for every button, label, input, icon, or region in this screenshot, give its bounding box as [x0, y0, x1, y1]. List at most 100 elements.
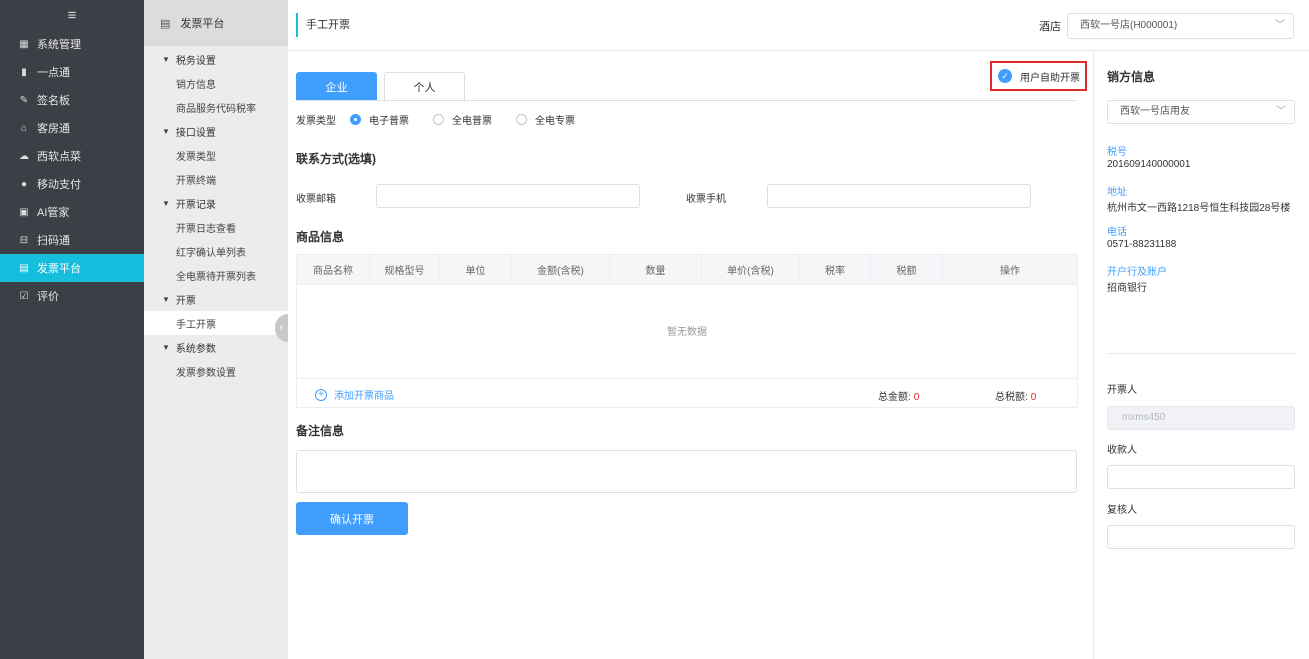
- email-label: 收票邮箱: [296, 194, 336, 205]
- column-header: 单位: [440, 255, 512, 284]
- sub-item-terminal[interactable]: 开票终端: [144, 167, 288, 191]
- home-icon: ⌂: [20, 122, 28, 134]
- radio-unchecked-icon: [433, 113, 444, 125]
- total-amount: 总金额: 0: [878, 388, 919, 403]
- drawer-input: mxms450: [1107, 406, 1295, 430]
- remark-textarea[interactable]: [296, 450, 1077, 493]
- caret-down-icon: ▼: [162, 294, 170, 304]
- table-header: 商品名称 规格型号 单位 金额(含税) 数量 单价(含税) 税率 税额 操作: [297, 255, 1077, 285]
- sub-group-tax[interactable]: ▼ 税务设置: [144, 47, 288, 71]
- nav-item-ai-butler[interactable]: ▣ AI管家: [0, 198, 144, 226]
- check-circle-icon: ✓: [998, 69, 1012, 83]
- caret-down-icon: ▼: [162, 342, 170, 352]
- menu-toggle-icon[interactable]: ≡: [0, 0, 144, 30]
- remark-section-title: 备注信息: [296, 424, 345, 438]
- column-header: 税率: [800, 255, 871, 284]
- payee-label: 收款人: [1107, 445, 1137, 456]
- total-tax-label: 总税额:: [995, 392, 1028, 403]
- nav-item-scan[interactable]: ⊟ 扫码通: [0, 226, 144, 254]
- nav-item-system[interactable]: ▦ 系统管理: [0, 30, 144, 58]
- sub-group-records[interactable]: ▼ 开票记录: [144, 191, 288, 215]
- column-header: 商品名称: [297, 255, 370, 284]
- contact-section-title: 联系方式(选填): [296, 152, 376, 166]
- sub-item-manual-invoice[interactable]: 手工开票: [144, 311, 288, 335]
- sub-item-log[interactable]: 开票日志查看: [144, 215, 288, 239]
- tax-no-value: 201609140000001: [1107, 159, 1191, 170]
- empty-state-text: 暂无数据: [667, 327, 707, 338]
- radio-full-e-normal[interactable]: 全电普票: [433, 112, 492, 127]
- sub-group-params[interactable]: ▼ 系统参数: [144, 335, 288, 359]
- nav-item-label: 客房通: [37, 123, 70, 135]
- radio-unchecked-icon: [516, 113, 527, 125]
- seller-panel: 销方信息 西软一号店用友 ﹀ 税号 201609140000001 地址 杭州市…: [1093, 52, 1309, 659]
- invoice-icon: ▤: [160, 17, 171, 30]
- nav-item-label: AI管家: [37, 207, 70, 219]
- nav-item-label: 签名板: [37, 95, 70, 107]
- address-value: 杭州市文一西路1218号恒生科技园28号楼: [1107, 203, 1291, 214]
- nav-item-label: 扫码通: [37, 235, 70, 247]
- total-amount-label: 总金额:: [878, 392, 911, 403]
- phone-label: 收票手机: [686, 194, 726, 205]
- phone-value: 0571-88231188: [1107, 239, 1177, 250]
- hotel-select[interactable]: 西软一号店(H000001) ﹀: [1067, 13, 1294, 39]
- goods-section-title: 商品信息: [296, 230, 345, 244]
- column-header: 税额: [871, 255, 943, 284]
- radio-e-invoice[interactable]: 电子普票: [350, 112, 409, 127]
- tabs-divider: [296, 100, 1077, 101]
- sub-group-label: 开票: [175, 295, 196, 307]
- hotel-select-value: 西软一号店(H000001): [1080, 20, 1178, 31]
- sub-item-red-list[interactable]: 红字确认单列表: [144, 239, 288, 263]
- self-invoice-label: 用户自助开票: [1020, 72, 1080, 84]
- nav-item-room[interactable]: ⌂ 客房通: [0, 114, 144, 142]
- scan-icon: ⊟: [19, 234, 29, 246]
- chevron-down-icon: ﹀: [1276, 106, 1286, 117]
- sub-menu: ▤ 发票平台 ▼ 税务设置 销方信息 商品服务代码税率 ▼ 接口设置 发票类型 …: [144, 0, 288, 659]
- nav-item-signpad[interactable]: ✎ 签名板: [0, 86, 144, 114]
- sub-item-pending-list[interactable]: 全电票待开票列表: [144, 263, 288, 287]
- caret-down-icon: ▼: [162, 198, 170, 208]
- nav-item-label: 移动支付: [37, 179, 81, 191]
- goods-table: 商品名称 规格型号 单位 金额(含税) 数量 单价(含税) 税率 税额 操作 暂…: [296, 254, 1078, 408]
- caret-down-icon: ▼: [162, 54, 170, 64]
- bank-value: 招商银行: [1107, 283, 1147, 294]
- sub-menu-title: 发票平台: [180, 18, 225, 30]
- nav-item-ordering[interactable]: ☁ 西软点菜: [0, 142, 144, 170]
- confirm-invoice-button[interactable]: 确认开票: [296, 502, 408, 535]
- tab-personal[interactable]: 个人: [384, 72, 465, 101]
- self-invoice-toggle[interactable]: ✓ 用户自助开票: [990, 61, 1087, 91]
- seller-select[interactable]: 西软一号店用友 ﹀: [1107, 100, 1295, 124]
- radio-full-e-special[interactable]: 全电专票: [516, 112, 575, 127]
- add-goods-button[interactable]: + 添加开票商品: [315, 387, 394, 402]
- total-amount-value: 0: [913, 392, 920, 403]
- phone-input[interactable]: [767, 184, 1031, 208]
- nav-item-yidiantong[interactable]: ▮ 一点通: [0, 58, 144, 86]
- reviewer-input[interactable]: [1107, 525, 1295, 549]
- grid-icon: ▦: [19, 38, 29, 50]
- hotel-label: 酒店: [1039, 21, 1061, 33]
- nav-item-label: 评价: [37, 291, 59, 303]
- main-nav: ≡ ▦ 系统管理 ▮ 一点通 ✎ 签名板 ⌂ 客房通 ☁ 西软点菜 ● 移动支付…: [0, 0, 144, 659]
- chevron-down-icon: ﹀: [1275, 20, 1285, 31]
- tab-enterprise[interactable]: 企业: [296, 72, 377, 101]
- payee-input[interactable]: [1107, 465, 1295, 489]
- sub-group-interface[interactable]: ▼ 接口设置: [144, 119, 288, 143]
- pay-icon: ●: [20, 178, 28, 190]
- sub-group-invoicing[interactable]: ▼ 开票: [144, 287, 288, 311]
- nav-item-label: 发票平台: [37, 263, 81, 275]
- nav-item-review[interactable]: ☑ 评价: [0, 282, 144, 310]
- tax-no-label: 税号: [1107, 147, 1127, 158]
- nav-item-invoice[interactable]: ▤ 发票平台: [0, 254, 144, 282]
- sub-item-param-settings[interactable]: 发票参数设置: [144, 359, 288, 383]
- radio-checked-icon: [350, 113, 361, 125]
- sub-menu-header: ▤ 发票平台: [144, 0, 288, 46]
- add-goods-label: 添加开票商品: [334, 391, 394, 402]
- drawer-label: 开票人: [1107, 385, 1137, 396]
- email-input[interactable]: [376, 184, 640, 208]
- nav-item-mobile-pay[interactable]: ● 移动支付: [0, 170, 144, 198]
- sub-item-invoice-type[interactable]: 发票类型: [144, 143, 288, 167]
- main-content: 企业 个人 ✓ 用户自助开票 发票类型 电子普票 全电普票 全电专票 联系方式(…: [288, 52, 1093, 659]
- invoice-type-label: 发票类型: [296, 115, 336, 127]
- column-header: 金额(含税): [512, 255, 610, 284]
- sub-item-seller-info[interactable]: 销方信息: [144, 71, 288, 95]
- sub-item-tax-code[interactable]: 商品服务代码税率: [144, 95, 288, 119]
